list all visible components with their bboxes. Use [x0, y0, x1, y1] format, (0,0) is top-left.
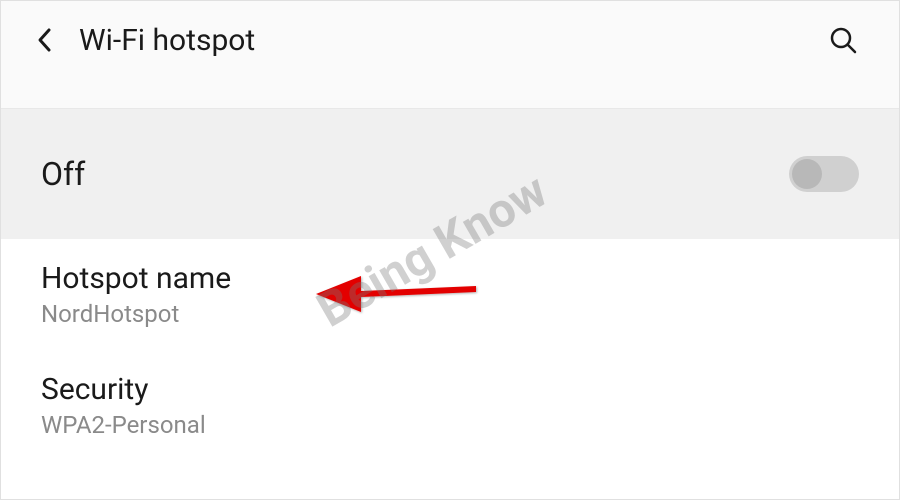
page-title: Wi-Fi hotspot: [79, 23, 827, 58]
header-bar: Wi-Fi hotspot: [1, 1, 899, 79]
hotspot-name-label: Hotspot name: [41, 261, 859, 296]
back-icon[interactable]: [31, 26, 59, 54]
hotspot-name-item[interactable]: Hotspot name NordHotspot: [1, 239, 899, 350]
security-label: Security: [41, 372, 859, 407]
divider: [1, 79, 899, 109]
settings-screen: Wi-Fi hotspot Off Hotspot name NordHotsp…: [0, 0, 900, 500]
security-value: WPA2-Personal: [41, 411, 859, 439]
toggle-knob: [792, 159, 822, 189]
search-icon[interactable]: [827, 24, 859, 56]
security-item[interactable]: Security WPA2-Personal: [1, 350, 899, 461]
hotspot-name-value: NordHotspot: [41, 300, 859, 328]
hotspot-toggle-row[interactable]: Off: [1, 109, 899, 239]
toggle-switch[interactable]: [789, 156, 859, 192]
toggle-state-label: Off: [41, 155, 85, 193]
